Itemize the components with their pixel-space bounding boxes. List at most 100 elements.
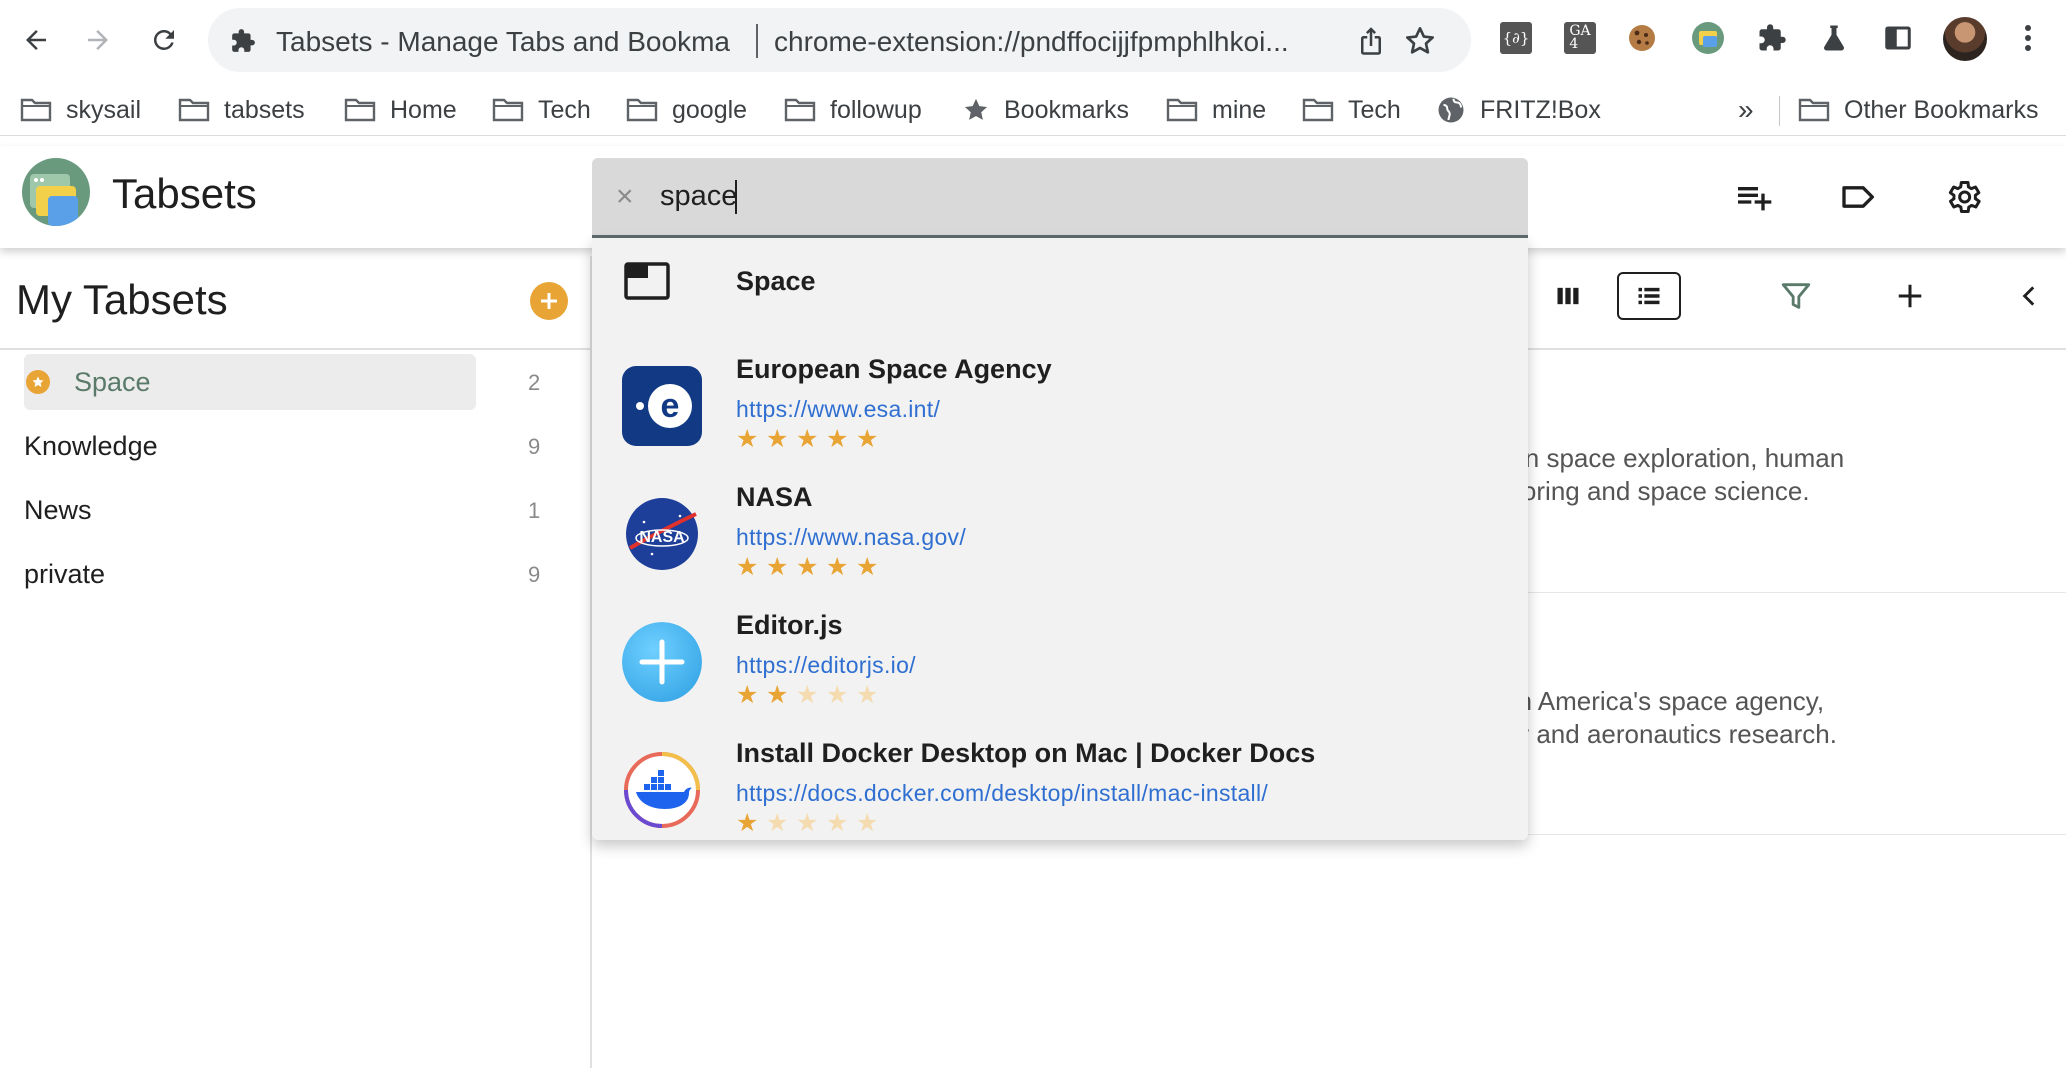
tabsets-sidebar: My Tabsets Space 2 Knowledge 9 News 1 pr… [0,256,592,1068]
ga4-icon[interactable]: GA 4 [1560,18,1600,58]
search-result[interactable]: Editor.js https://editorjs.io/ ★ ★ ★ ★ ★ [592,600,1528,728]
sidebar-item-private[interactable]: private [24,546,476,602]
text-caret [735,180,737,214]
search-result[interactable]: e European Space Agency https://www.esa.… [592,344,1528,472]
star-filled-icon[interactable]: ★ [736,682,766,708]
bookmark-star-icon[interactable] [1404,25,1436,57]
omnibox[interactable]: Tabsets - Manage Tabs and Bookma chrome-… [208,8,1471,72]
bookmarks-overflow-chevron[interactable]: » [1738,90,1754,130]
search-input[interactable] [660,174,1500,218]
column-view-icon [1557,287,1579,305]
folder-icon [492,98,524,122]
bookmark-folder[interactable]: Tech [1302,90,1401,130]
star-filled-icon[interactable]: ★ [856,554,886,580]
forward-button[interactable] [78,20,118,60]
gear-icon [1948,181,1981,213]
result-url[interactable]: https://editorjs.io/ [736,652,916,679]
add-to-tabset-button[interactable] [1732,176,1774,218]
result-url[interactable]: https://www.esa.int/ [736,396,940,423]
other-bookmarks[interactable]: Other Bookmarks [1798,90,2039,130]
favorite-star-icon [26,370,50,394]
page-title: Tabsets - Manage Tabs and Bookma [276,26,730,57]
bookmark-item[interactable]: Bookmarks [962,90,1129,130]
folder-icon [1302,98,1334,122]
column-view-button[interactable] [1546,274,1590,318]
star-empty-icon[interactable]: ★ [796,810,826,836]
nasa-logo-icon: NASA [622,494,702,574]
star-icon [964,98,988,120]
tags-button[interactable] [1838,176,1880,218]
star-filled-icon[interactable]: ★ [796,554,826,580]
star-empty-icon[interactable]: ★ [826,810,856,836]
star-empty-icon[interactable]: ★ [796,682,826,708]
search-result[interactable]: Install Docker Desktop on Mac | Docker D… [592,728,1528,840]
reload-icon [153,29,174,50]
bookmarks-divider [1779,96,1780,126]
profile-avatar[interactable] [1943,17,1987,61]
extension-puzzle-icon [232,29,255,52]
star-filled-icon[interactable]: ★ [766,554,796,580]
folder-icon [344,98,376,122]
add-tab-button[interactable] [1888,274,1932,318]
sidebar-item-knowledge[interactable]: Knowledge [24,418,476,474]
star-filled-icon[interactable]: ★ [736,426,766,452]
sidebar-item-count: 9 [528,562,541,587]
filter-button[interactable] [1774,274,1818,318]
bookmark-folder[interactable]: tabsets [178,90,305,130]
bookmark-folder[interactable]: google [626,90,747,130]
sidebar-title: My Tabsets [16,276,228,323]
app-title: Tabsets [112,170,257,217]
back-button[interactable] [16,20,56,60]
rating-stars: ★ ★ ★ ★ ★ [736,554,886,580]
omnibox-separator [756,24,758,58]
sidebar-item-space[interactable]: Space [24,354,476,410]
bookmark-folder[interactable]: Home [344,90,457,130]
sidebar-item-label: private [24,558,106,589]
star-empty-icon[interactable]: ★ [766,810,796,836]
sidebar-item-label: Space [74,366,151,397]
star-filled-icon[interactable]: ★ [766,426,796,452]
bookmark-folder[interactable]: mine [1166,90,1266,130]
star-filled-icon[interactable]: ★ [736,554,766,580]
star-filled-icon[interactable]: ★ [736,810,766,836]
add-tabset-button[interactable] [530,282,568,320]
clear-search-icon[interactable]: × [616,180,634,214]
star-filled-icon[interactable]: ★ [766,682,796,708]
bookmark-folder[interactable]: skysail [20,90,141,130]
puzzle-icon[interactable] [1752,18,1792,58]
json-icon[interactable]: {∂} [1496,18,1536,58]
share-icon[interactable] [1356,26,1386,56]
editorjs-logo-icon [622,622,702,702]
result-title: Install Docker Desktop on Mac | Docker D… [736,738,1316,768]
result-title: Editor.js [736,610,843,640]
collapse-panel-button[interactable] [2008,274,2052,318]
bookmark-item[interactable]: FRITZ!Box [1436,90,1601,130]
sidebar-item-label: Knowledge [24,430,158,461]
lab-icon[interactable] [1814,18,1854,58]
reload-button[interactable] [144,20,184,60]
search-field[interactable]: × [592,158,1528,238]
sidebar-item-news[interactable]: News [24,482,476,538]
sidepanel-icon[interactable] [1878,18,1918,58]
settings-button[interactable] [1942,176,1984,218]
result-url[interactable]: https://docs.docker.com/desktop/install/… [736,780,1268,807]
search-results-dropdown: Space e European Space Agency https://ww… [592,238,1528,840]
search-result[interactable]: NASA NASA https://www.nasa.gov/ ★ ★ ★ ★ ★ [592,472,1528,600]
result-url[interactable]: https://www.nasa.gov/ [736,524,966,551]
star-empty-icon[interactable]: ★ [826,682,856,708]
star-filled-icon[interactable]: ★ [826,554,856,580]
star-empty-icon[interactable]: ★ [856,682,886,708]
star-filled-icon[interactable]: ★ [796,426,826,452]
address-url[interactable]: chrome-extension://pndffocijjfpmphlhkoi.… [774,26,1334,58]
star-filled-icon[interactable]: ★ [826,426,856,452]
kebab-menu-icon[interactable] [2008,18,2048,58]
bookmark-folder[interactable]: followup [784,90,922,130]
cookie-icon[interactable] [1622,18,1662,58]
star-empty-icon[interactable]: ★ [856,810,886,836]
rating-stars: ★ ★ ★ ★ ★ [736,426,886,452]
list-view-button[interactable] [1617,272,1681,320]
bookmark-folder[interactable]: Tech [492,90,591,130]
star-filled-icon[interactable]: ★ [856,426,886,452]
tabsets-icon[interactable] [1688,18,1728,58]
card-description: ws in space exploration, human onitoring… [1480,443,1845,506]
